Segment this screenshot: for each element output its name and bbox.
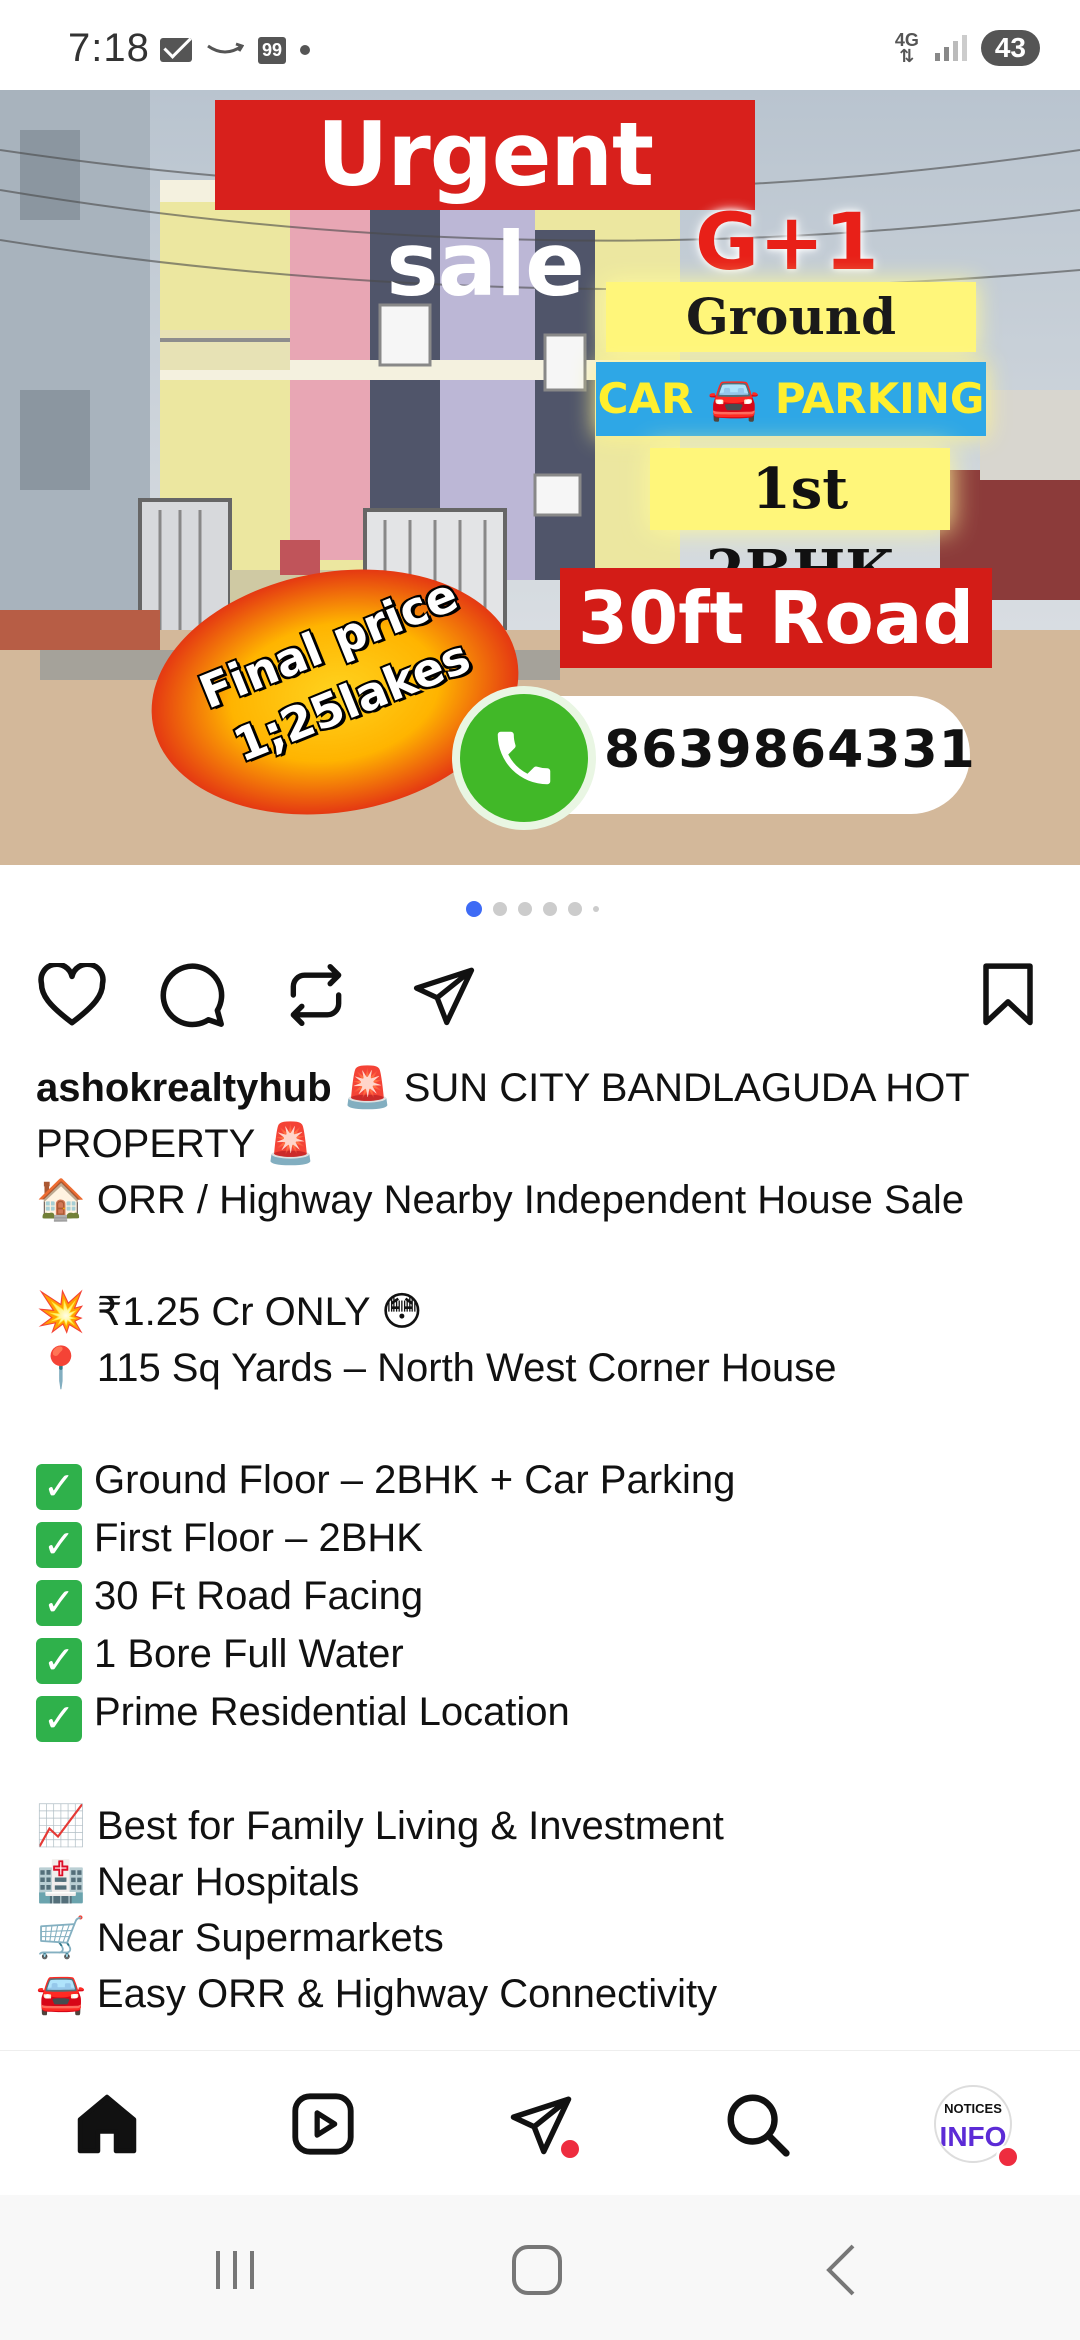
share-icon[interactable] <box>404 955 484 1035</box>
heart-icon[interactable] <box>32 955 112 1035</box>
home-button[interactable] <box>492 2235 582 2305</box>
network-type: 4G ⇅ <box>894 30 919 66</box>
first-floor-label: 1st 2BHK <box>650 448 950 604</box>
notification-icons: 99 <box>160 30 311 70</box>
phone-icon <box>452 686 596 830</box>
notification-dot <box>996 2145 1020 2169</box>
feature-item: ✓ 30 Ft Road Facing <box>36 1568 1046 1626</box>
headline-banner: Urgent sale <box>215 100 755 316</box>
carousel-indicator <box>0 901 1072 917</box>
system-status: 4G ⇅ 43 <box>895 30 1040 66</box>
road-label: 30ft Road <box>560 568 992 668</box>
profile-avatar[interactable]: NOTICES INFO <box>928 2079 1020 2169</box>
home-icon[interactable] <box>62 2079 152 2169</box>
checkmark-icon: ✓ <box>36 1638 82 1684</box>
checkmark-icon: ✓ <box>36 1522 82 1568</box>
bottom-navigation: NOTICES INFO <box>0 2050 1080 2196</box>
status-bar: 7:18 99 4G ⇅ 43 <box>0 0 1080 90</box>
reels-icon[interactable] <box>278 2079 368 2169</box>
search-icon[interactable] <box>712 2079 802 2169</box>
checkmark-icon: ✓ <box>36 1580 82 1626</box>
caption-subtitle: 🏠 ORR / Highway Nearby Independent House… <box>36 1178 965 1222</box>
carousel-dot <box>542 902 557 916</box>
amazon-icon <box>206 40 244 60</box>
carousel-dot <box>492 902 507 916</box>
checkmark-icon: ✓ <box>36 1464 82 1510</box>
notification-dot <box>558 2137 582 2161</box>
signal-icon <box>934 35 967 61</box>
app-badge-icon: 99 <box>258 36 287 64</box>
caption-username[interactable]: ashokrealtyhub <box>36 1066 332 1110</box>
carousel-dot-active <box>465 901 482 917</box>
benefit-item: 🛒 Near Supermarkets <box>36 1916 444 1960</box>
post-image[interactable]: Urgent sale G+1 Ground 2BHK CAR 🚘 PARKIN… <box>0 90 1080 865</box>
carousel-dot <box>592 906 599 912</box>
repost-icon[interactable] <box>276 955 356 1035</box>
caption-price: 💥 ₹1.25 Cr ONLY 😳 <box>36 1290 423 1334</box>
phone-number: 8639864331 <box>604 720 976 780</box>
comment-icon[interactable] <box>152 955 232 1035</box>
post-caption: ashokrealtyhub 🚨 SUN CITY BANDLAGUDA HOT… <box>36 1060 1046 2022</box>
benefit-item: 🏥 Near Hospitals <box>36 1860 360 1904</box>
ground-floor-label: Ground 2BHK <box>606 282 976 416</box>
floors-label: G+1 <box>695 198 879 288</box>
benefit-item: 🚘 Easy ORR & Highway Connectivity <box>36 1972 718 2016</box>
feature-item: ✓ 1 Bore Full Water <box>36 1626 1046 1684</box>
status-time: 7:18 <box>68 26 150 70</box>
benefit-item: 📈 Best for Family Living & Investment <box>36 1804 724 1848</box>
feature-item: ✓ Ground Floor – 2BHK + Car Parking <box>36 1452 1046 1510</box>
carousel-dot <box>517 902 532 916</box>
caption-title-line: ashokrealtyhub 🚨 SUN CITY BANDLAGUDA HOT… <box>36 1060 1046 1172</box>
checkmark-icon: ✓ <box>36 1696 82 1742</box>
battery-indicator: 43 <box>980 30 1040 66</box>
system-navigation <box>0 2195 1080 2340</box>
carousel-dot <box>567 902 582 916</box>
caption-size: 📍 115 Sq Yards – North West Corner House <box>36 1346 837 1390</box>
parking-label: CAR 🚘 PARKING <box>596 362 986 436</box>
recents-button[interactable] <box>190 2235 280 2305</box>
post-action-bar <box>0 955 1080 1035</box>
feature-item: ✓ Prime Residential Location <box>36 1684 1046 1742</box>
feature-item: ✓ First Floor – 2BHK <box>36 1510 1046 1568</box>
bookmark-icon[interactable] <box>968 955 1048 1035</box>
more-notifications-icon <box>300 45 311 55</box>
mail-icon <box>160 38 192 62</box>
messages-icon[interactable] <box>496 2079 586 2169</box>
back-button[interactable] <box>796 2235 886 2305</box>
